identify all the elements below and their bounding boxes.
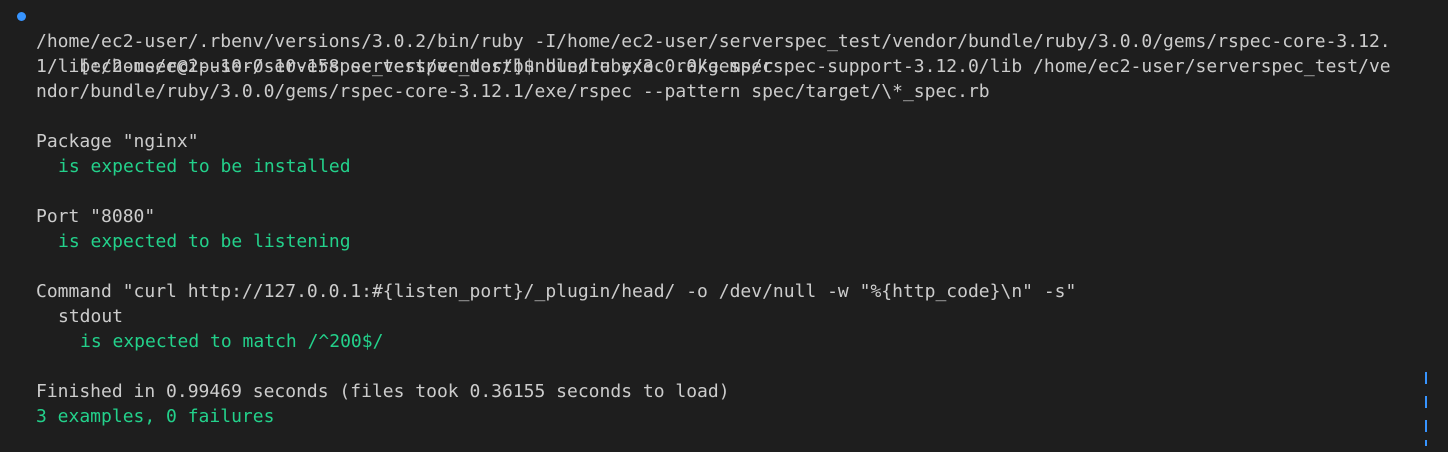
summary-line: 3 examples, 0 failures [36,406,275,427]
package-result: is expected to be installed [58,156,351,177]
scrollbar-overview-ruler[interactable] [1425,372,1428,448]
scrollbar-marker [1425,396,1427,408]
package-heading: Package "nginx" [36,131,199,152]
command-heading: Command "curl http://127.0.0.1:#{listen_… [36,281,1077,302]
scrollbar-marker [1425,440,1427,446]
finished-line: Finished in 0.99469 seconds (files took … [36,381,730,402]
scrollbar-marker [1425,420,1427,432]
command-status-dot-icon[interactable] [17,12,26,21]
command-output-line-3: ndor/bundle/ruby/3.0.0/gems/rspec-core-3… [36,81,990,102]
command-output-line-2: 1/lib:/home/ec2-user/serverspec_test/ven… [36,56,1391,77]
stdout-result: is expected to match /^200$/ [80,331,384,352]
terminal-panel[interactable]: [ec2-user@ip-10-0-10-158 serverspec_test… [0,0,1448,452]
port-result: is expected to be listening [58,231,351,252]
prompt-line-row: [ec2-user@ip-10-0-10-158 serverspec_test… [0,4,1448,77]
stdout-label: stdout [58,306,124,327]
port-heading: Port "8080" [36,206,156,227]
scrollbar-marker [1425,372,1427,384]
command-output-line-1: /home/ec2-user/.rbenv/versions/3.0.2/bin… [36,31,1391,52]
